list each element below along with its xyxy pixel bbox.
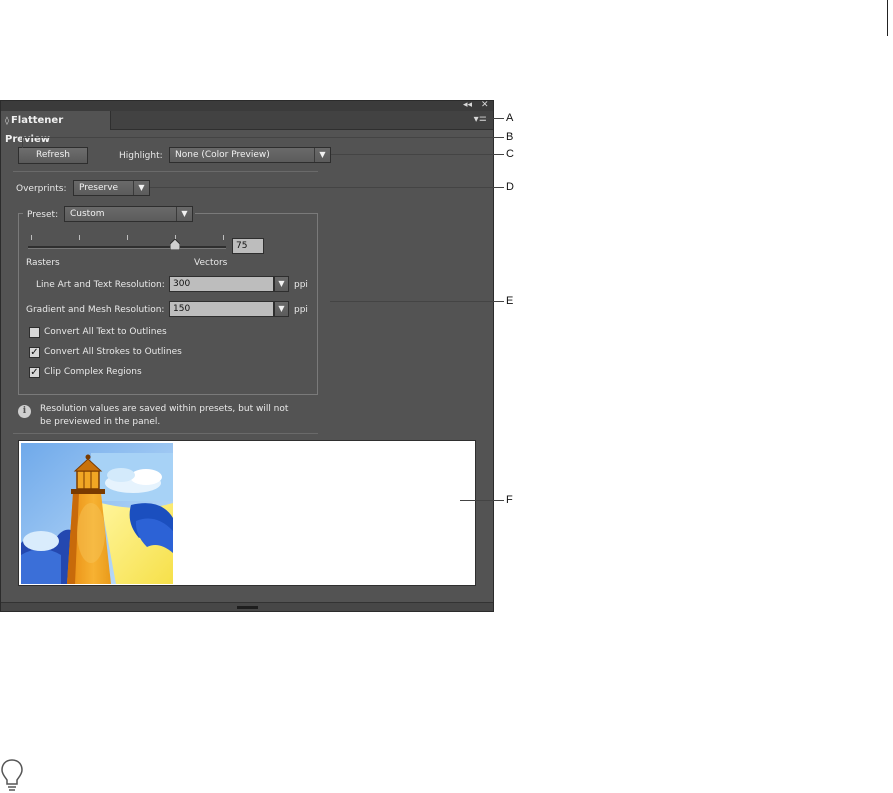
line-art-resolution-field[interactable]: 300 ▼ [169, 276, 289, 292]
callout-line-b [22, 137, 504, 138]
panel-tab-strip: ◊ Flattener Preview ▾≡ [1, 111, 493, 145]
overprints-value: Preserve [79, 183, 119, 193]
tab-arrows-icon: ◊ [5, 116, 9, 125]
clip-complex-regions-label: Clip Complex Regions [44, 367, 142, 377]
callout-line-c [331, 154, 504, 155]
callout-f: F [506, 494, 513, 506]
rasters-vectors-slider[interactable] [28, 246, 226, 249]
callout-line-a [478, 118, 504, 119]
tab-flattener-preview[interactable]: ◊ Flattener Preview [1, 111, 111, 145]
clip-complex-regions-checkbox[interactable]: ✓ [29, 367, 40, 378]
info-icon: i [18, 405, 31, 418]
chevron-down-icon: ▼ [133, 181, 149, 195]
chevron-down-icon[interactable]: ▼ [274, 276, 289, 292]
ppi-unit: ppi [294, 305, 308, 315]
lightbulb-icon [1, 759, 23, 791]
flattener-preview-panel: ◂◂ ✕ ◊ Flattener Preview ▾≡ Refresh Highl… [0, 100, 494, 612]
resize-handle[interactable] [237, 606, 258, 609]
convert-text-outlines-checkbox[interactable] [29, 327, 40, 338]
slider-thumb[interactable] [170, 239, 180, 250]
page-edge-rule [887, 0, 888, 36]
separator [13, 433, 318, 434]
chevron-down-icon: ▼ [176, 207, 192, 221]
callout-line-b-drop [22, 137, 23, 148]
overprints-dropdown[interactable]: Preserve ▼ [73, 180, 150, 196]
convert-text-outlines-label: Convert All Text to Outlines [44, 327, 167, 337]
chevron-down-icon[interactable]: ▼ [274, 301, 289, 317]
line-art-resolution-value: 300 [173, 279, 191, 289]
lighthouse-image [21, 443, 173, 584]
gradient-mesh-resolution-value: 150 [173, 304, 191, 314]
callout-line-d [150, 187, 504, 188]
close-icon[interactable]: ✕ [481, 99, 489, 111]
slider-tick [31, 235, 32, 240]
callout-d: D [506, 181, 514, 193]
preset-label: Preset: [27, 210, 59, 220]
gradient-mesh-resolution-field[interactable]: 150 ▼ [169, 301, 289, 317]
highlight-dropdown[interactable]: None (Color Preview) ▼ [169, 147, 331, 163]
ppi-unit: ppi [294, 280, 308, 290]
slider-tick [223, 235, 224, 240]
panel-title-bar: ◂◂ ✕ [1, 99, 493, 111]
callout-c: C [506, 148, 514, 160]
callout-b: B [506, 131, 514, 143]
slider-value-field[interactable]: 75 [232, 238, 264, 254]
convert-strokes-outlines-checkbox[interactable]: ✓ [29, 347, 40, 358]
rasters-label: Rasters [26, 258, 60, 268]
slider-tick [79, 235, 80, 240]
tab-title: Flattener Preview [5, 115, 64, 145]
chevron-down-icon: ▼ [314, 148, 330, 162]
highlight-value: None (Color Preview) [175, 150, 270, 160]
callout-line-f [460, 500, 504, 501]
convert-strokes-outlines-label: Convert All Strokes to Outlines [44, 347, 182, 357]
info-text-line-1: Resolution values are saved within prese… [40, 404, 289, 414]
slider-tick [127, 235, 128, 240]
overprints-label: Overprints: [16, 184, 67, 194]
line-art-resolution-label: Line Art and Text Resolution: [36, 280, 165, 290]
callout-a: A [506, 112, 514, 124]
separator [13, 171, 318, 172]
panel-menu-icon[interactable]: ▾≡ [474, 114, 487, 126]
highlight-label: Highlight: [119, 151, 163, 161]
preset-dropdown[interactable]: Custom ▼ [64, 206, 193, 222]
preset-value: Custom [70, 209, 105, 219]
info-text-line-2: be previewed in the panel. [40, 417, 161, 427]
panel-resize-grip[interactable] [1, 602, 493, 611]
gradient-mesh-resolution-label: Gradient and Mesh Resolution: [26, 305, 165, 315]
refresh-button[interactable]: Refresh [18, 147, 88, 164]
flattener-preview-area[interactable] [18, 440, 476, 586]
callout-e: E [506, 295, 514, 307]
collapse-icon[interactable]: ◂◂ [463, 99, 472, 111]
vectors-label: Vectors [194, 258, 228, 268]
callout-line-e [330, 301, 504, 302]
slider-value: 75 [236, 241, 248, 251]
